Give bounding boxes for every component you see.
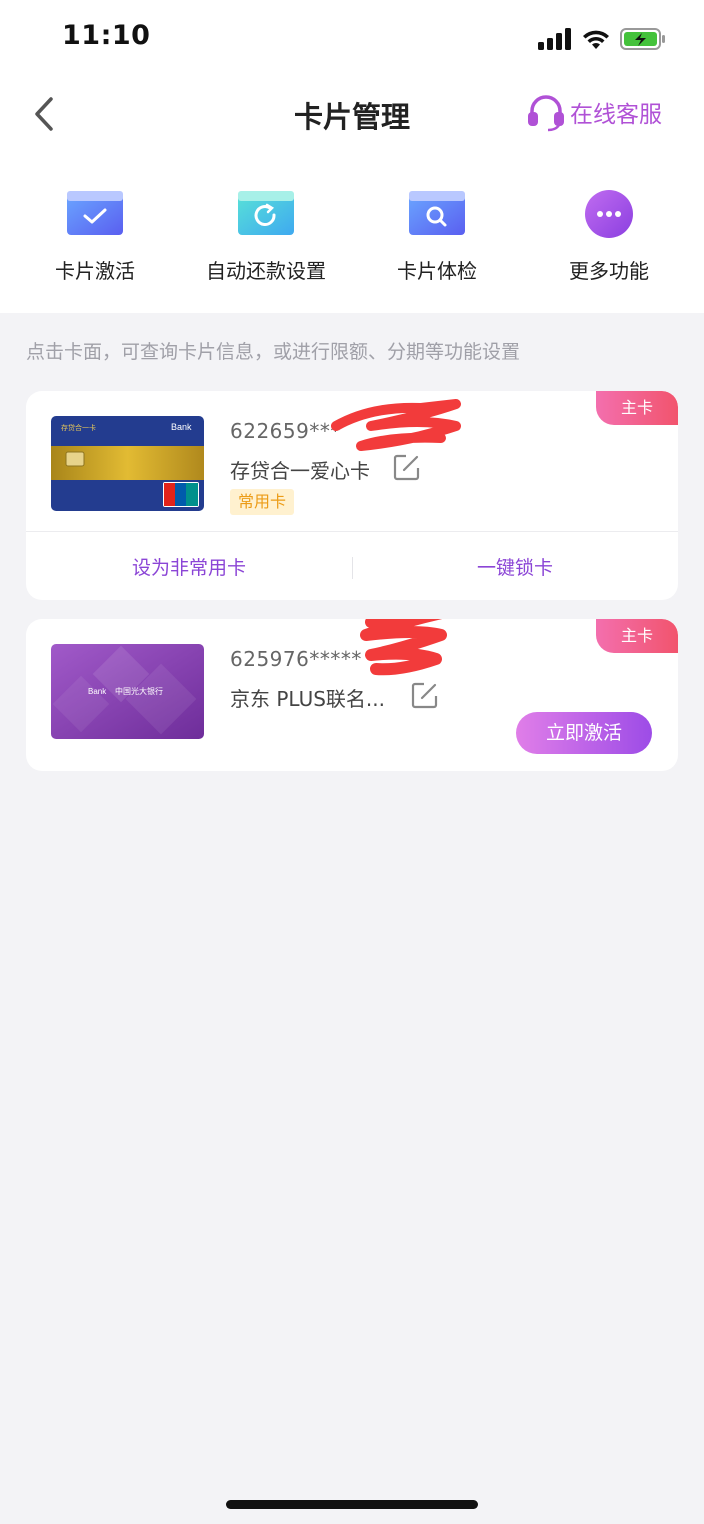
card-number: 622659*** xyxy=(230,419,341,443)
status-icons xyxy=(538,25,666,53)
wifi-icon xyxy=(583,30,609,49)
customer-service-button[interactable]: 在线客服 xyxy=(526,92,662,132)
svg-text:Bank: Bank xyxy=(88,687,107,696)
action-label: 卡片体检 xyxy=(397,259,477,283)
edit-icon[interactable] xyxy=(411,681,439,709)
lock-card-button[interactable]: 一键锁卡 xyxy=(352,553,678,580)
card-check-icon xyxy=(67,191,123,235)
more-dots-icon xyxy=(585,190,633,238)
action-more[interactable]: 更多功能 xyxy=(524,188,694,284)
primary-card-badge: 主卡 xyxy=(596,391,678,425)
activate-now-button[interactable]: 立即激活 xyxy=(516,712,652,754)
card-number: 625976***** xyxy=(230,647,362,671)
card-name: 存贷合一爱心卡 xyxy=(230,459,370,483)
status-time: 11:10 xyxy=(62,20,151,51)
card-image[interactable]: Bank 中国光大银行 xyxy=(51,644,204,739)
battery-icon xyxy=(620,28,665,50)
action-label: 更多功能 xyxy=(569,259,649,283)
divider xyxy=(26,531,678,532)
action-label: 自动还款设置 xyxy=(206,259,326,283)
redaction-scribble xyxy=(331,399,461,451)
customer-service-label: 在线客服 xyxy=(570,102,662,128)
card-image[interactable]: 存贷合一卡 Bank xyxy=(51,416,204,511)
svg-text:Bank: Bank xyxy=(171,422,192,432)
home-indicator xyxy=(226,1500,478,1509)
signal-icon xyxy=(538,28,571,50)
card-name: 京东 PLUS联名... xyxy=(230,687,385,711)
headset-icon xyxy=(528,95,564,132)
set-non-common-button[interactable]: 设为非常用卡 xyxy=(26,553,352,580)
hint-text: 点击卡面，可查询卡片信息，或进行限额、分期等功能设置 xyxy=(26,341,521,363)
card-bank-name: 中国光大银行 xyxy=(115,687,163,696)
primary-card-badge: 主卡 xyxy=(596,619,678,653)
action-card-activate[interactable]: 卡片激活 xyxy=(10,188,180,284)
action-auto-repay[interactable]: 自动还款设置 xyxy=(181,188,351,284)
card-refresh-icon xyxy=(238,191,294,235)
quick-actions: 卡片激活 自动还款设置 卡片体检 更多功能 xyxy=(0,188,704,288)
edit-icon[interactable] xyxy=(393,453,421,481)
action-card-checkup[interactable]: 卡片体检 xyxy=(352,188,522,284)
card-search-icon xyxy=(409,191,465,235)
action-label: 卡片激活 xyxy=(55,259,135,283)
svg-text:存贷合一卡: 存贷合一卡 xyxy=(61,423,96,432)
common-card-tag: 常用卡 xyxy=(230,489,295,515)
card-item[interactable]: 主卡 Bank 中国光大银行 625976***** 京东 PLUS联名... … xyxy=(26,619,678,771)
card-item[interactable]: 主卡 存贷合一卡 Bank 622659*** 存贷合一爱心卡 常用卡 设为非常… xyxy=(26,391,678,600)
redaction-scribble xyxy=(360,619,447,676)
